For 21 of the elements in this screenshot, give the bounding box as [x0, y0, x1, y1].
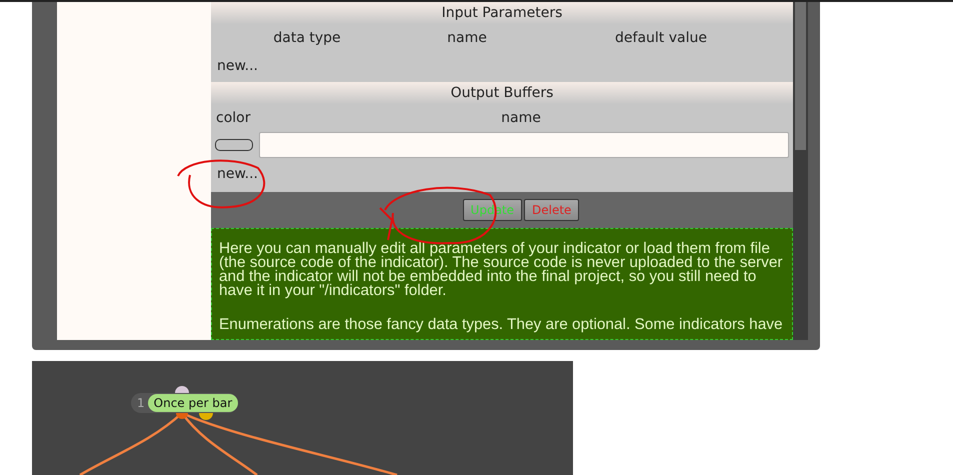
column-header: default value: [614, 30, 708, 46]
scrollbar[interactable]: [793, 2, 808, 340]
column-header: data type: [272, 30, 342, 46]
new-link[interactable]: new...: [211, 52, 793, 80]
column-header: name: [500, 110, 542, 126]
help-text: Here you can manually edit all parameters of your indicator or load them from file (the source code of the indicator). The source code is never uploaded to the server and the indicator will not be embedded into the final project, so you still need to have it in your "/indicators" folder.: [219, 242, 784, 298]
new-link[interactable]: new...: [211, 158, 793, 190]
help-text: Enumerations are those fancy data types. They are optional. Some indicators have: [219, 318, 784, 332]
section-title: Output Buffers: [450, 85, 554, 101]
scroll-thumb[interactable]: [795, 2, 806, 150]
color-swatch[interactable]: [215, 139, 253, 151]
node-index: 1: [137, 396, 145, 410]
section-title: Input Parameters: [442, 5, 562, 21]
output-port-icon[interactable]: [199, 413, 213, 420]
column-header: name: [446, 30, 488, 46]
input-port-icon[interactable]: [175, 386, 189, 393]
output-port-icon[interactable]: [176, 413, 188, 419]
name-field[interactable]: [259, 132, 789, 158]
node-label: Once per bar: [148, 394, 238, 412]
column-header: color: [215, 110, 251, 126]
graph-node[interactable]: 1 Once per bar: [131, 393, 238, 413]
